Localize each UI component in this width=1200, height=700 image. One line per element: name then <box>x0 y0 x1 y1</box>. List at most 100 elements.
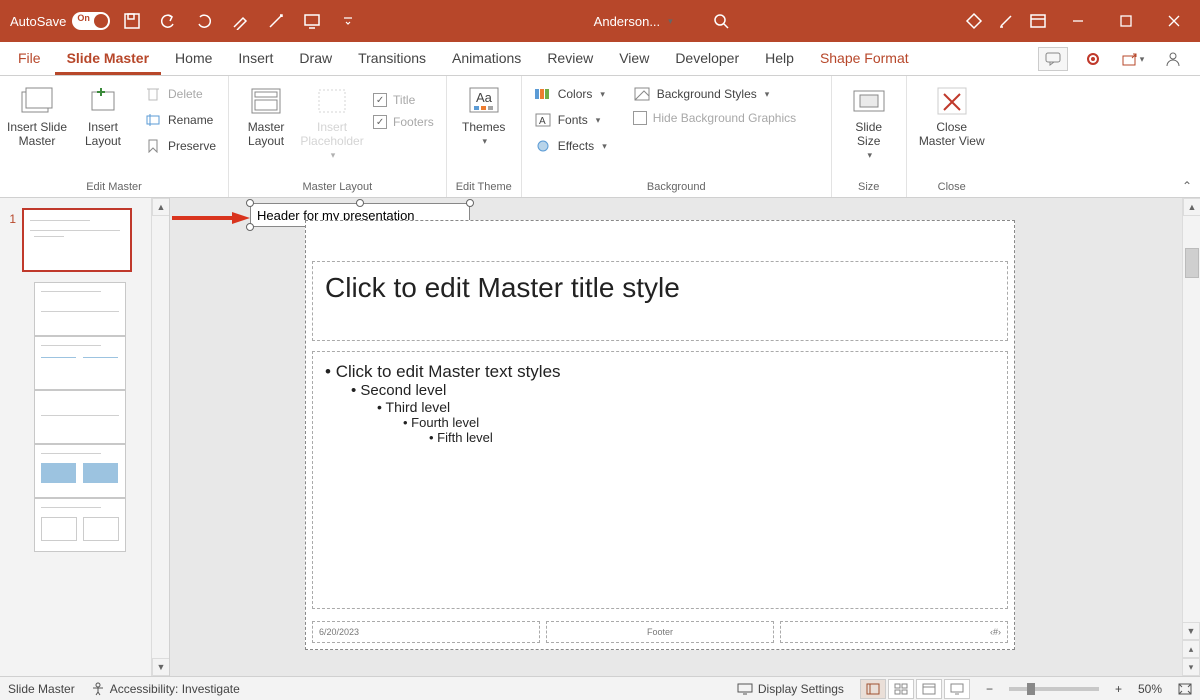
tab-animations[interactable]: Animations <box>440 44 533 75</box>
themes-button[interactable]: Aa Themes ▾ <box>453 80 515 147</box>
insert-layout-button[interactable]: Insert Layout <box>72 80 134 148</box>
preserve-icon <box>144 137 162 155</box>
thumbnail-master[interactable] <box>22 208 132 272</box>
comments-button[interactable] <box>1038 47 1068 71</box>
tab-review[interactable]: Review <box>535 44 605 75</box>
hide-bg-checkbox[interactable]: Hide Background Graphics <box>627 108 802 128</box>
insert-slide-master-button[interactable]: Insert Slide Master <box>6 80 68 148</box>
collapse-ribbon-button[interactable]: ⌃ <box>1182 179 1192 193</box>
zoom-level[interactable]: 50% <box>1138 682 1162 696</box>
date-placeholder[interactable]: 6/20/2023 <box>312 621 540 643</box>
tab-draw[interactable]: Draw <box>287 44 344 75</box>
group-edit-theme: Aa Themes ▾ Edit Theme <box>447 76 522 197</box>
tab-file[interactable]: File <box>6 44 53 75</box>
prev-slide-button[interactable]: ▴ <box>1182 640 1200 658</box>
scroll-down-icon[interactable]: ▼ <box>1182 622 1200 640</box>
slide-master-icon <box>19 84 55 118</box>
delete-button[interactable]: Delete <box>138 82 222 106</box>
scroll-up-icon[interactable]: ▲ <box>152 198 170 216</box>
brush-icon[interactable] <box>992 7 1020 35</box>
footer-placeholder[interactable]: Footer <box>546 621 774 643</box>
save-icon[interactable] <box>118 7 146 35</box>
svg-text:A: A <box>539 116 546 127</box>
zoom-in-button[interactable]: + <box>1115 682 1122 696</box>
undo-icon[interactable] <box>154 7 182 35</box>
tab-slide-master[interactable]: Slide Master <box>55 44 161 75</box>
footers-checkbox[interactable]: ✓Footers <box>367 112 440 132</box>
document-name[interactable]: Anderson... ▾ <box>594 14 673 29</box>
close-button[interactable] <box>1152 0 1196 42</box>
preserve-button[interactable]: Preserve <box>138 134 222 158</box>
slide-number-placeholder[interactable]: ‹#› <box>780 621 1008 643</box>
thumbnail-layout[interactable] <box>34 444 126 498</box>
checkbox-icon: ✓ <box>373 93 387 107</box>
insert-placeholder-button[interactable]: Insert Placeholder ▾ <box>301 80 363 161</box>
qat-icon-1[interactable] <box>226 7 254 35</box>
tab-developer[interactable]: Developer <box>663 44 751 75</box>
slide-size-button[interactable]: Slide Size ▾ <box>838 80 900 161</box>
thumbnail-layout[interactable] <box>34 336 126 390</box>
master-layout-button[interactable]: Master Layout <box>235 80 297 148</box>
next-slide-button[interactable]: ▾ <box>1182 658 1200 676</box>
diamond-icon[interactable] <box>960 7 988 35</box>
share-button[interactable]: ▾ <box>1118 47 1148 71</box>
tab-transitions[interactable]: Transitions <box>346 44 438 75</box>
tab-shape-format[interactable]: Shape Format <box>808 44 921 75</box>
qat-icon-2[interactable] <box>262 7 290 35</box>
redo-icon[interactable] <box>190 7 218 35</box>
group-label-edit-theme: Edit Theme <box>453 179 515 195</box>
scroll-thumb[interactable] <box>1185 248 1199 278</box>
slideshow-view-button[interactable] <box>944 679 970 699</box>
thumbnail-layout[interactable] <box>34 282 126 336</box>
maximize-button[interactable] <box>1104 0 1148 42</box>
search-button[interactable] <box>713 13 729 29</box>
status-view[interactable]: Slide Master <box>8 682 75 696</box>
tab-insert[interactable]: Insert <box>226 44 285 75</box>
chevron-down-icon: ▾ <box>331 150 336 161</box>
tab-view[interactable]: View <box>607 44 661 75</box>
title-checkbox[interactable]: ✓Title <box>367 90 440 110</box>
status-accessibility[interactable]: Accessibility: Investigate <box>91 682 240 696</box>
arrow-annotation <box>170 211 252 225</box>
thumbnail-pane: 1 ▲ ▼ <box>0 198 170 676</box>
present-icon[interactable] <box>298 7 326 35</box>
normal-view-button[interactable] <box>860 679 886 699</box>
tab-home[interactable]: Home <box>163 44 224 75</box>
zoom-slider[interactable] <box>1009 687 1099 691</box>
qat-customize-icon[interactable] <box>334 7 362 35</box>
rename-button[interactable]: Rename <box>138 108 222 132</box>
effects-button[interactable]: Effects▾ <box>528 134 613 158</box>
scroll-down-icon[interactable]: ▼ <box>152 658 170 676</box>
window-icon[interactable] <box>1024 7 1052 35</box>
autosave-toggle[interactable]: AutoSave On <box>10 12 110 30</box>
ribbon: Insert Slide Master Insert Layout Delete… <box>0 76 1200 198</box>
account-icon[interactable] <box>1158 47 1188 71</box>
content-placeholder[interactable]: • Click to edit Master text styles • Sec… <box>312 351 1008 609</box>
title-bar: AutoSave On Anderson... ▾ <box>0 0 1200 42</box>
accessibility-icon <box>91 682 105 696</box>
group-label-size: Size <box>838 179 900 195</box>
scroll-up-icon[interactable]: ▲ <box>1183 198 1200 216</box>
colors-button[interactable]: Colors▾ <box>528 82 613 106</box>
reading-view-button[interactable] <box>916 679 942 699</box>
thumbnail-layout[interactable] <box>34 498 126 552</box>
fit-to-window-button[interactable] <box>1178 683 1192 695</box>
sorter-view-button[interactable] <box>888 679 914 699</box>
display-settings-button[interactable]: Display Settings <box>737 682 844 696</box>
vertical-scrollbar[interactable]: ▲ ▼ ▴ ▾ <box>1182 198 1200 676</box>
tab-help[interactable]: Help <box>753 44 806 75</box>
workspace: 1 ▲ ▼ Header for my presentation <box>0 198 1200 676</box>
fonts-button[interactable]: AFonts▾ <box>528 108 613 132</box>
slide-canvas-area[interactable]: Header for my presentation Click to edit… <box>170 198 1182 676</box>
background-styles-button[interactable]: Background Styles▾ <box>627 82 802 106</box>
thumbnail-layout[interactable] <box>34 390 126 444</box>
zoom-out-button[interactable]: − <box>986 682 993 696</box>
title-placeholder[interactable]: Click to edit Master title style <box>312 261 1008 341</box>
close-master-view-button[interactable]: Close Master View <box>913 80 991 148</box>
minimize-button[interactable] <box>1056 0 1100 42</box>
record-button[interactable] <box>1078 47 1108 71</box>
close-icon <box>934 84 970 118</box>
colors-icon <box>534 85 552 103</box>
thumb-scrollbar[interactable]: ▲ ▼ <box>151 198 169 676</box>
slide-master-canvas[interactable]: Click to edit Master title style • Click… <box>305 220 1015 650</box>
